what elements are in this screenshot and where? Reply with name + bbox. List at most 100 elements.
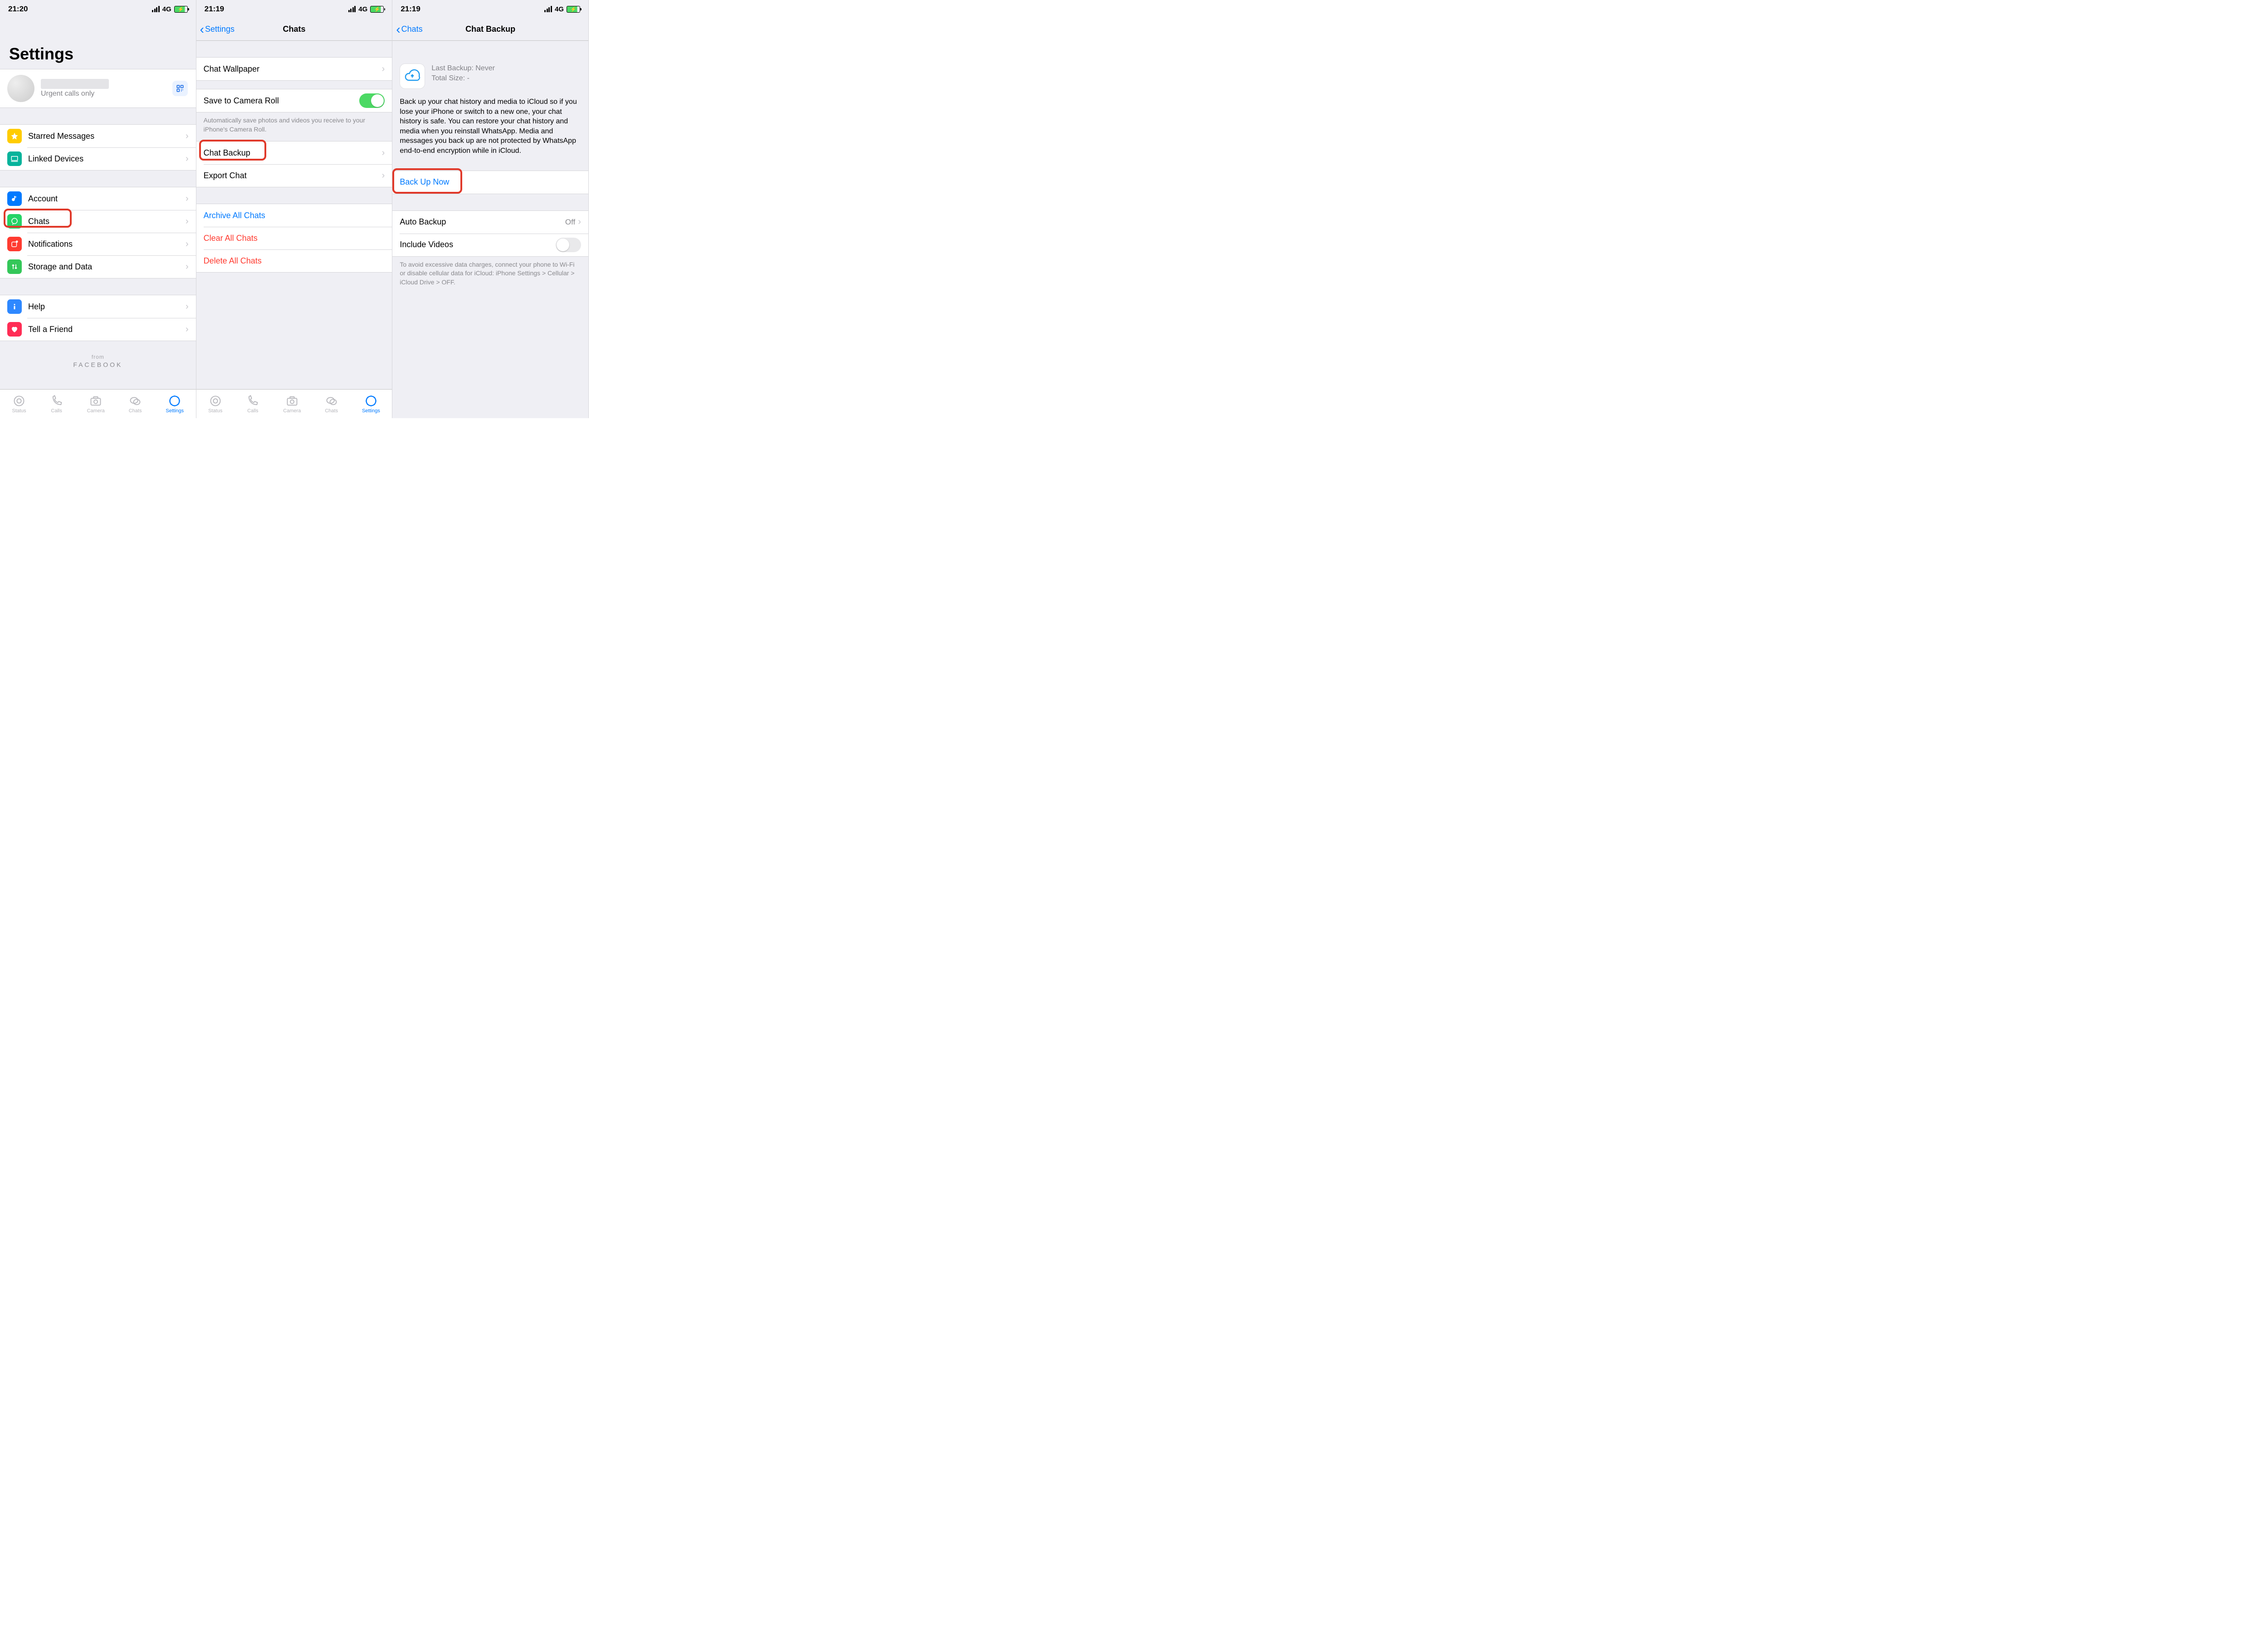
row-save-camera-roll[interactable]: Save to Camera Roll <box>196 89 392 112</box>
heart-icon <box>7 322 22 337</box>
row-tell-friend[interactable]: Tell a Friend › <box>0 318 196 341</box>
chevron-right-icon: › <box>186 131 189 142</box>
row-label: Chat Wallpaper <box>204 64 382 74</box>
status-bar: 21:19 4G ⚡ <box>196 0 392 18</box>
chevron-right-icon: › <box>382 148 385 158</box>
status-right: 4G ⚡ <box>152 5 188 13</box>
switch-save-camera-roll[interactable] <box>359 93 385 108</box>
row-label: Export Chat <box>204 171 382 181</box>
whatsapp-icon <box>7 214 22 229</box>
nav-title: Chat Backup <box>465 24 515 34</box>
row-back-up-now[interactable]: Back Up Now <box>392 171 588 194</box>
battery-icon: ⚡ <box>370 6 384 13</box>
tab-calls[interactable]: Calls <box>246 395 259 414</box>
status-time: 21:20 <box>8 5 28 14</box>
row-notifications[interactable]: Notifications › <box>0 233 196 255</box>
tab-status[interactable]: Status <box>208 395 222 414</box>
branding-footer: from FACEBOOK <box>0 341 196 368</box>
row-archive-all[interactable]: Archive All Chats <box>196 204 392 227</box>
app-badge-icon <box>7 237 22 251</box>
qr-code-icon[interactable] <box>172 81 188 96</box>
chevron-right-icon: › <box>186 324 189 335</box>
row-chat-backup[interactable]: Chat Backup › <box>196 142 392 164</box>
data-arrows-icon <box>7 259 22 274</box>
row-storage-data[interactable]: Storage and Data › <box>0 255 196 278</box>
status-bar: 21:20 4G ⚡ <box>0 0 196 18</box>
pane-chats-settings: 21:19 4G ⚡ ‹Settings Chats Chat Wallpape… <box>196 0 393 418</box>
row-export-chat[interactable]: Export Chat › <box>196 164 392 187</box>
pane-settings: 21:20 4G ⚡ Settings Urgent calls only St… <box>0 0 196 418</box>
switch-include-videos[interactable] <box>556 238 581 252</box>
tab-settings[interactable]: Settings <box>362 395 380 414</box>
tab-camera[interactable]: Camera <box>283 395 301 414</box>
network-label: 4G <box>162 5 171 13</box>
row-clear-all[interactable]: Clear All Chats <box>196 227 392 249</box>
row-chats[interactable]: Chats › <box>0 210 196 233</box>
row-label: Archive All Chats <box>204 211 385 220</box>
row-label: Delete All Chats <box>204 256 385 266</box>
row-label: Save to Camera Roll <box>204 96 360 106</box>
network-label: 4G <box>555 5 564 13</box>
row-label: Help <box>28 302 186 312</box>
row-label: Back Up Now <box>400 177 581 187</box>
network-label: 4G <box>358 5 367 13</box>
nav-bar: ‹Chats Chat Backup <box>392 18 588 41</box>
row-label: Chat Backup <box>204 148 382 158</box>
tab-settings[interactable]: Settings <box>166 395 184 414</box>
row-value: Off <box>565 218 575 227</box>
tab-bar: Status Calls Camera Chats Settings <box>0 389 196 418</box>
nav-title: Chats <box>283 24 305 34</box>
status-bar: 21:19 4G ⚡ <box>392 0 588 18</box>
back-button[interactable]: ‹Settings <box>200 23 235 36</box>
row-starred-messages[interactable]: Starred Messages › <box>0 125 196 147</box>
tab-bar: Status Calls Camera Chats Settings <box>196 389 392 418</box>
backup-info-block: Last Backup: Never Total Size: - <box>392 57 588 94</box>
tab-chats[interactable]: Chats <box>129 395 142 414</box>
tab-calls[interactable]: Calls <box>50 395 63 414</box>
status-time: 21:19 <box>401 5 420 14</box>
cloud-backup-icon <box>400 63 425 89</box>
backup-description: Back up your chat history and media to i… <box>392 94 588 162</box>
nav-bar: ‹Settings Chats <box>196 18 392 41</box>
signal-icon <box>152 6 160 12</box>
total-size-text: Total Size: - <box>431 73 495 83</box>
chevron-right-icon: › <box>578 217 581 227</box>
row-auto-backup[interactable]: Auto Backup Off › <box>392 211 588 234</box>
row-label: Chats <box>28 217 186 226</box>
key-icon <box>7 191 22 206</box>
status-right: 4G ⚡ <box>544 5 580 13</box>
chevron-right-icon: › <box>186 262 189 272</box>
avatar <box>7 75 34 102</box>
profile-cell[interactable]: Urgent calls only <box>0 69 196 108</box>
row-label: Storage and Data <box>28 262 186 272</box>
signal-icon <box>348 6 356 12</box>
row-delete-all[interactable]: Delete All Chats <box>196 249 392 272</box>
row-chat-wallpaper[interactable]: Chat Wallpaper › <box>196 58 392 80</box>
row-label: Notifications <box>28 239 186 249</box>
status-time: 21:19 <box>205 5 224 14</box>
row-label: Starred Messages <box>28 132 186 141</box>
chevron-right-icon: › <box>186 302 189 312</box>
chevron-right-icon: › <box>186 216 189 227</box>
tab-camera[interactable]: Camera <box>87 395 105 414</box>
back-button[interactable]: ‹Chats <box>396 23 422 36</box>
row-label: Include Videos <box>400 240 556 249</box>
row-account[interactable]: Account › <box>0 187 196 210</box>
row-label: Tell a Friend <box>28 325 186 334</box>
chevron-right-icon: › <box>382 171 385 181</box>
tab-chats[interactable]: Chats <box>325 395 338 414</box>
chevron-right-icon: › <box>186 194 189 204</box>
row-linked-devices[interactable]: Linked Devices › <box>0 147 196 170</box>
row-label: Account <box>28 194 186 204</box>
profile-status: Urgent calls only <box>41 90 109 98</box>
row-label: Auto Backup <box>400 217 565 227</box>
row-help[interactable]: Help › <box>0 295 196 318</box>
chevron-right-icon: › <box>186 239 189 249</box>
tab-status[interactable]: Status <box>12 395 26 414</box>
row-include-videos[interactable]: Include Videos <box>392 234 588 256</box>
desktop-icon <box>7 151 22 166</box>
star-icon <box>7 129 22 143</box>
chevron-right-icon: › <box>382 64 385 74</box>
row-label: Linked Devices <box>28 154 186 164</box>
page-title: Settings <box>0 18 196 69</box>
